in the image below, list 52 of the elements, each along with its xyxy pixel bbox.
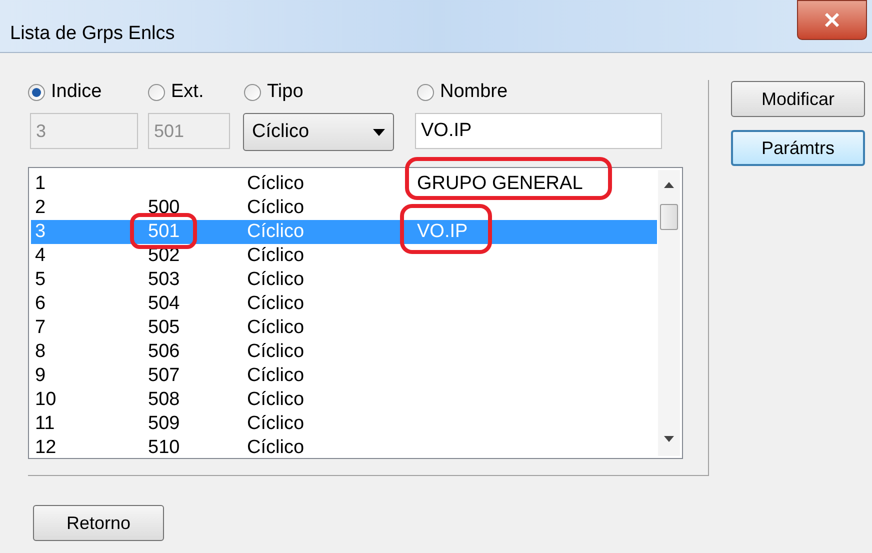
return-button[interactable]: Retorno xyxy=(33,505,164,541)
radio-button[interactable]: Tipo xyxy=(244,80,304,104)
scroll-down-icon[interactable] xyxy=(664,436,674,442)
list-cell: 501 xyxy=(148,220,180,244)
list-cell: Cíclico xyxy=(247,292,304,316)
list-cell: 500 xyxy=(148,196,180,220)
list-cell: Cíclico xyxy=(247,340,304,364)
radio-button[interactable]: Nombre xyxy=(417,80,508,104)
list-cell: 508 xyxy=(148,388,180,412)
list-cell: Cíclico xyxy=(247,268,304,292)
list-cell: Cíclico xyxy=(247,172,304,196)
list-cell: Cíclico xyxy=(247,364,304,388)
list-cell: VO.IP xyxy=(417,220,468,244)
list-cell: 1 xyxy=(35,172,46,196)
radio-button[interactable]: Indice xyxy=(28,80,102,104)
list-cell: 504 xyxy=(148,292,180,316)
list-cell: 4 xyxy=(35,244,46,268)
list-cell: 509 xyxy=(148,412,180,436)
modify-button[interactable]: Modificar xyxy=(731,81,865,117)
list-cell: Cíclico xyxy=(247,196,304,220)
dropdown-caret-icon xyxy=(373,128,385,136)
list-cell: 5 xyxy=(35,268,46,292)
list-cell: 3 xyxy=(35,220,46,244)
window-title: Lista de Grps Enlcs xyxy=(10,22,175,46)
list-cell: Cíclico xyxy=(247,412,304,436)
scroll-up-icon[interactable] xyxy=(664,182,674,188)
list-cell: GRUPO GENERAL xyxy=(417,172,583,196)
list-cell: 2 xyxy=(35,196,46,220)
list-cell: 10 xyxy=(35,388,56,412)
type-dropdown[interactable]: Cíclico xyxy=(243,113,394,151)
list-cell: Cíclico xyxy=(247,388,304,412)
list-cell: Cíclico xyxy=(247,244,304,268)
list-cell: 510 xyxy=(148,436,180,460)
list-cell: 9 xyxy=(35,364,46,388)
list-cell: 6 xyxy=(35,292,46,316)
list-cell: 507 xyxy=(148,364,180,388)
list-cell: 503 xyxy=(148,268,180,292)
list-cell: 8 xyxy=(35,340,46,364)
list-cell: Cíclico xyxy=(247,436,304,460)
list-cell: Cíclico xyxy=(247,220,304,244)
close-icon xyxy=(824,13,840,27)
list-cell: 7 xyxy=(35,316,46,340)
parameters-button[interactable]: Parámtrs xyxy=(731,130,865,166)
close-button[interactable] xyxy=(797,0,867,40)
list-cell: 11 xyxy=(35,412,55,436)
list-cell: 505 xyxy=(148,316,180,340)
scroll-thumb[interactable] xyxy=(660,204,678,230)
list-cell: Cíclico xyxy=(247,316,304,340)
name-field[interactable]: VO.IP xyxy=(415,113,662,149)
list-cell: 506 xyxy=(148,340,180,364)
radio-button[interactable]: Ext. xyxy=(148,80,204,104)
list-cell: 12 xyxy=(35,436,56,460)
